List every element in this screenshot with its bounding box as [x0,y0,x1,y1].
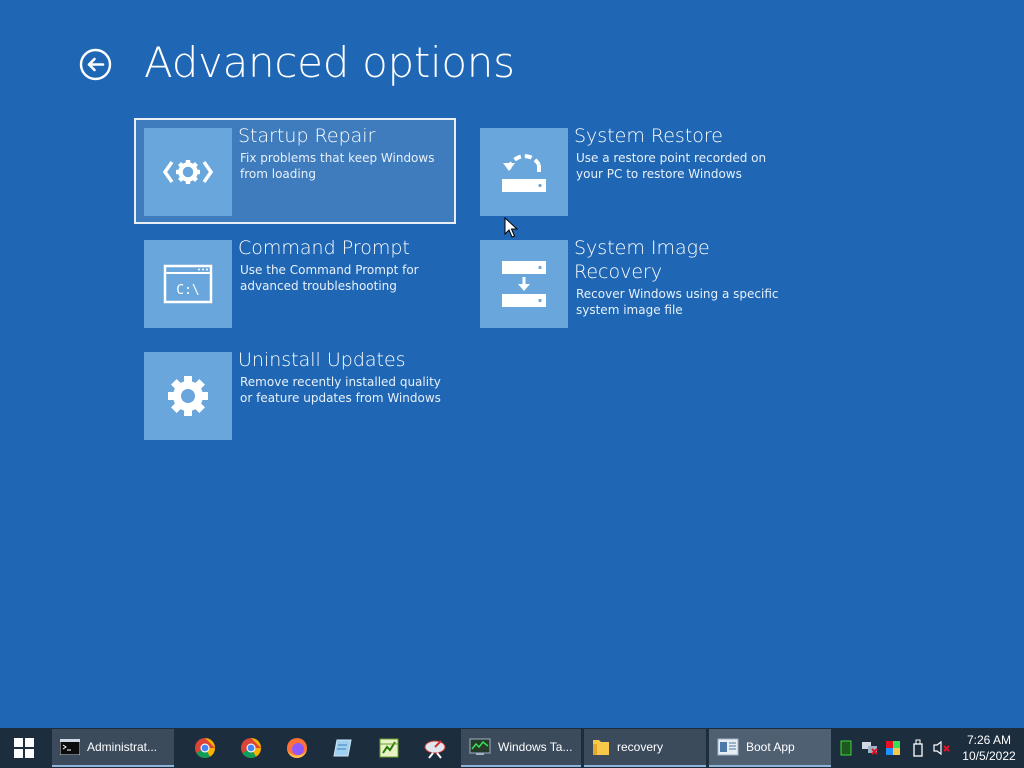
taskbar-item-administrator[interactable]: Administrat... [52,729,174,767]
option-uninstall-updates[interactable]: Uninstall Updates Remove recently instal… [134,342,456,448]
taskbar-pinned-firefox[interactable] [277,729,317,767]
gear-icon [168,376,208,416]
taskbar-pinned-satellite[interactable] [415,729,455,767]
option-tile: C:\ [144,240,232,328]
taskbar-pinned-notepad[interactable] [323,729,363,767]
green-monitor-icon [840,740,852,756]
taskbar: Administrat... Windows Ta... recovery Bo… [0,728,1024,768]
option-description: Recover Windows using a specific system … [576,287,779,317]
option-tile [144,352,232,440]
option-command-prompt[interactable]: C:\ Command Prompt Use the Command Promp… [134,230,456,336]
task-manager-icon [469,738,491,755]
option-system-image-recovery[interactable]: System Image Recovery Recover Windows us… [470,230,792,336]
system-tray: 7:26 AM 10/5/2022 [834,728,1024,768]
option-tile [144,128,232,216]
spreadsheet-icon [379,738,399,758]
tray-volume[interactable] [933,739,951,757]
option-title: System Restore [574,125,723,147]
option-description: Use a restore point recorded on your PC … [576,151,767,181]
option-description: Remove recently installed quality or fea… [240,375,441,405]
notepad-icon [333,739,352,757]
usb-drive-icon [913,739,923,757]
volume-muted-icon [933,740,950,756]
taskbar-item-label: recovery [617,740,664,754]
tray-display[interactable] [885,739,903,757]
tray-battery-monitor[interactable] [837,739,855,757]
taskbar-item-label: Administrat... [87,740,158,754]
option-title: Startup Repair [238,125,376,147]
taskbar-item-task-manager[interactable]: Windows Ta... [461,729,581,767]
firefox-icon [287,738,307,758]
display-color-icon [886,741,900,755]
tray-network[interactable] [861,739,879,757]
folder-icon [593,740,609,755]
windows-logo-icon [14,738,34,758]
taskbar-clock[interactable]: 7:26 AM 10/5/2022 [954,732,1024,764]
option-title: System Image Recovery [574,237,710,283]
taskbar-item-recovery[interactable]: recovery [584,729,706,767]
page-title: Advanced options [144,38,515,87]
satellite-icon [424,740,446,759]
taskbar-item-label: Boot App [746,740,795,754]
taskbar-item-boot-app[interactable]: Boot App [709,729,831,767]
system-image-recovery-icon [502,261,546,307]
cmd-icon [60,739,80,755]
taskbar-pinned-spreadsheet[interactable] [369,729,409,767]
tray-usb[interactable] [909,739,927,757]
option-description: Fix problems that keep Windows from load… [240,151,435,181]
chrome-icon [241,738,261,758]
chrome-icon [195,738,215,758]
boot-app-icon [717,738,739,756]
option-tile [480,240,568,328]
taskbar-pinned-chrome-2[interactable] [231,729,271,767]
mouse-cursor-icon [504,217,518,238]
option-title: Uninstall Updates [238,349,406,371]
command-prompt-icon: C:\ [163,264,213,304]
taskbar-item-label: Windows Ta... [498,740,573,754]
option-description: Use the Command Prompt for advanced trou… [240,263,419,293]
clock-time: 7:26 AM [966,733,1012,747]
start-button[interactable] [0,728,48,768]
option-title: Command Prompt [238,237,410,259]
back-arrow-icon [79,48,112,81]
clock-date: 10/5/2022 [962,749,1016,763]
option-system-restore[interactable]: System Restore Use a restore point recor… [470,118,792,224]
startup-repair-icon [163,160,213,184]
taskbar-pinned-chrome[interactable] [185,729,225,767]
option-tile [480,128,568,216]
network-disconnected-icon [862,742,878,755]
command-prompt-glyph: C:\ [176,283,199,298]
system-restore-icon [502,154,546,192]
back-button[interactable] [79,48,112,81]
option-startup-repair[interactable]: Startup Repair Fix problems that keep Wi… [134,118,456,224]
